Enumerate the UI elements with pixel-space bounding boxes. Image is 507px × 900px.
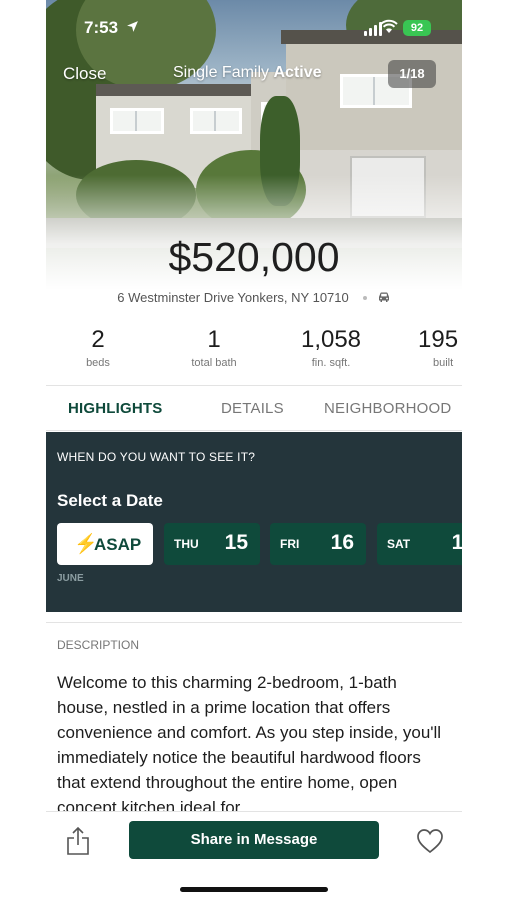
date-weekday: THU: [174, 537, 199, 551]
asap-date-option[interactable]: ⚡ ASAP: [57, 523, 153, 565]
location-arrow-icon: [126, 21, 138, 32]
photo-counter: 1/18: [388, 60, 436, 88]
bottom-action-bar: Share in Message: [46, 811, 462, 900]
schedule-month: JUNE: [57, 573, 84, 584]
heart-icon[interactable]: [416, 828, 444, 854]
tab-details[interactable]: DETAILS: [221, 400, 284, 417]
schedule-question: WHEN DO YOU WANT TO SEE IT?: [57, 450, 256, 464]
listing-status: Active: [273, 64, 322, 81]
close-button[interactable]: Close: [63, 64, 106, 84]
share-in-message-button[interactable]: Share in Message: [129, 821, 379, 859]
stat-value: 195: [418, 326, 459, 353]
stat-label: fin. sqft.: [311, 357, 351, 369]
share-icon[interactable]: [66, 826, 90, 856]
stat-beds: 2 beds: [68, 326, 128, 369]
date-option-sat[interactable]: SAT 17: [377, 523, 462, 565]
description-text: Welcome to this charming 2-bedroom, 1-ba…: [57, 673, 442, 812]
stat-label: built: [433, 357, 454, 369]
wifi-icon: [380, 19, 398, 33]
separator-dot: [362, 295, 367, 300]
property-photo[interactable]: 7:53 92 Close Single Family Active 1/18 …: [46, 0, 462, 290]
date-option-thu[interactable]: THU 15: [164, 523, 260, 565]
address-row: 6 Westminster Drive Yonkers, NY 10710: [46, 290, 462, 305]
stat-value: 2: [91, 326, 105, 353]
section-tabs: HIGHLIGHTS DETAILS NEIGHBORHOOD: [46, 385, 462, 431]
home-indicator: [180, 887, 328, 892]
stat-value: 1,058: [300, 326, 362, 353]
tab-neighborhood[interactable]: NEIGHBORHOOD: [324, 400, 451, 417]
date-day: 15: [224, 531, 248, 554]
date-day: 17: [451, 531, 462, 554]
date-day: 16: [330, 531, 354, 554]
tab-highlights[interactable]: HIGHLIGHTS: [68, 400, 163, 417]
stat-baths: 1 total bath: [174, 326, 254, 369]
stat-value: 1: [207, 326, 221, 353]
asap-label: ASAP: [94, 535, 142, 554]
listing-status-title: Single Family Active: [173, 64, 322, 82]
date-weekday: SAT: [387, 537, 411, 551]
battery-indicator: 92: [403, 20, 431, 36]
stat-year-built: 195 built: [418, 326, 462, 369]
stat-label: beds: [86, 357, 110, 369]
stat-sqft: 1,058 fin. sqft.: [286, 326, 376, 369]
listing-screen: 7:53 92 Close Single Family Active 1/18 …: [46, 0, 462, 900]
car-icon[interactable]: [377, 291, 391, 303]
stat-label: total bath: [191, 357, 237, 369]
schedule-tour-panel: WHEN DO YOU WANT TO SEE IT? Select a Dat…: [46, 432, 462, 612]
description-label: DESCRIPTION: [57, 638, 140, 652]
date-option-fri[interactable]: FRI 16: [270, 523, 366, 565]
listing-address[interactable]: 6 Westminster Drive Yonkers, NY 10710: [117, 290, 348, 305]
roof-left: [96, 84, 258, 96]
window: [190, 108, 242, 134]
window: [110, 108, 164, 134]
listing-price: $520,000: [168, 234, 340, 280]
property-type: Single Family: [173, 64, 270, 81]
status-time: 7:53: [84, 18, 139, 38]
status-time-text: 7:53: [84, 18, 119, 37]
date-weekday: FRI: [280, 537, 300, 551]
schedule-title: Select a Date: [57, 491, 163, 510]
description-section: DESCRIPTION Welcome to this charming 2-b…: [46, 622, 462, 812]
